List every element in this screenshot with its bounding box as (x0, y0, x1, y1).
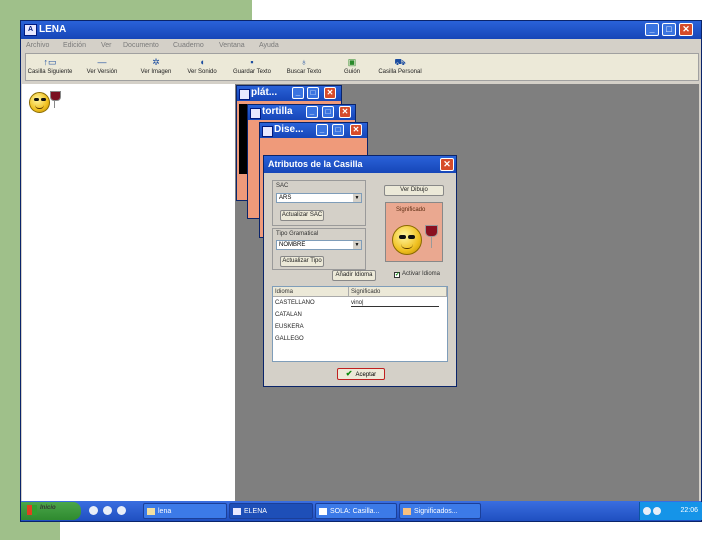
update-type-button[interactable]: Actualizar Tipo (280, 256, 324, 267)
tray-volume-icon[interactable] (653, 507, 661, 515)
window-icon (403, 508, 411, 515)
update-sac-button[interactable]: Actualizar SAC (280, 210, 324, 221)
type-label: Tipo Gramatical (276, 231, 319, 237)
smiley-icon (392, 225, 422, 255)
windows-logo-icon (27, 505, 37, 515)
activate-language-checkbox[interactable]: ✓ (394, 272, 400, 278)
table-row[interactable]: EUSKERA (275, 324, 304, 330)
toolbar-button-casilla-personal[interactable]: ⛟ Casilla Personal (376, 56, 424, 80)
taskbar: Inicio lena ELENA SOLA: Casilla... Signi… (21, 501, 702, 521)
menu-edicion[interactable]: Edición (63, 42, 86, 49)
sac-group: SAC ARS ▼ Actualizar SAC (272, 180, 366, 226)
meanings-table[interactable]: Idioma Significado CASTELLANO vino| CATA… (272, 286, 448, 362)
minimize-button[interactable]: _ (645, 23, 659, 36)
folder-icon (147, 508, 155, 515)
significado-input[interactable]: vino| (351, 300, 439, 307)
casilla-attributes-dialog: Atributos de la Casilla ✕ SAC ARS ▼ Actu… (263, 155, 457, 387)
app-icon (239, 89, 250, 100)
toolbar-button-ver-imagen[interactable]: ✲ Ver Imagen (132, 56, 180, 80)
window-icon (319, 508, 327, 515)
taskbar-task-elena[interactable]: ELENA (229, 503, 313, 519)
column-header-significado[interactable]: Significado (349, 287, 447, 297)
arrow-up-icon: ↑▭ (43, 57, 57, 67)
arrow-icon: ― (97, 57, 107, 67)
desktop-background-top (0, 0, 252, 20)
floppy-icon: ▪ (250, 57, 254, 67)
menu-cuaderno[interactable]: Cuaderno (173, 42, 204, 49)
toolbar-button-ver-version[interactable]: ― Ver Versión (78, 56, 126, 80)
app-icon (262, 126, 273, 137)
toolbar: ↑▭ Casilla Siguiente ― Ver Versión ✲ Ver Im… (25, 53, 699, 81)
search-icon: ♁ (300, 57, 308, 67)
wine-glass-icon (50, 91, 61, 101)
dialog-close-button[interactable]: ✕ (440, 158, 454, 171)
type-select[interactable]: NOMBRE ▼ (276, 240, 362, 250)
maximize-button[interactable]: □ (662, 23, 676, 36)
toolbar-button-ver-sonido[interactable]: ◖ Ver Sonido (178, 56, 226, 80)
casilla-icon: ⛟ (394, 57, 406, 67)
app-icon (233, 508, 241, 515)
chevron-down-icon: ▼ (353, 194, 361, 202)
close-button[interactable]: ✕ (324, 87, 336, 99)
toolbar-button-casilla-siguiente[interactable]: ↑▭ Casilla Siguiente (26, 56, 74, 80)
menu-ver[interactable]: Ver (101, 42, 112, 49)
dialog-titlebar[interactable]: Atributos de la Casilla ✕ (264, 156, 456, 173)
menu-documento[interactable]: Documento (123, 42, 159, 49)
toolbar-button-buscar-texto[interactable]: ♁ Buscar Texto (280, 56, 328, 80)
type-group: Tipo Gramatical NOMBRE ▼ Actualizar Tipo (272, 228, 366, 270)
quicklaunch-media-icon[interactable] (103, 506, 112, 515)
system-tray: 22:06 (639, 502, 702, 520)
maximize-button[interactable]: □ (332, 124, 344, 136)
table-row[interactable]: CATALAN (275, 312, 302, 318)
tray-network-icon[interactable] (643, 507, 651, 515)
toolbar-button-guion[interactable]: ▣ Guión (328, 56, 376, 80)
close-button[interactable]: ✕ (679, 23, 693, 36)
table-row[interactable]: GALLEGO (275, 336, 304, 342)
app-titlebar[interactable]: A LENA _ □ ✕ (21, 21, 701, 39)
quicklaunch-messenger-icon[interactable] (117, 506, 126, 515)
table-row[interactable]: CASTELLANO (275, 300, 315, 306)
window-titlebar[interactable]: plát... _ □ ✕ (237, 86, 341, 101)
speaker-icon: ◖ (199, 57, 205, 67)
maximize-button[interactable]: □ (322, 106, 334, 118)
script-icon: ▣ (347, 57, 357, 67)
dialog-title: Atributos de la Casilla (268, 159, 363, 169)
start-button[interactable]: Inicio (21, 502, 81, 520)
left-panel (22, 84, 236, 502)
clock: 22:06 (680, 507, 698, 514)
app-title: LENA (39, 24, 67, 35)
minimize-button[interactable]: _ (306, 106, 318, 118)
accept-button[interactable]: ✔ Aceptar (337, 368, 385, 380)
smiley-icon[interactable] (29, 92, 50, 113)
taskbar-task-significados[interactable]: Significados... (399, 503, 481, 519)
taskbar-task-lena[interactable]: lena (143, 503, 227, 519)
chevron-down-icon: ▼ (353, 241, 361, 249)
gear-icon: ✲ (152, 57, 160, 67)
window-titlebar[interactable]: Dise... _ □ ✕ (260, 123, 367, 138)
app-icon: A (24, 24, 37, 36)
activate-language-label: Activar Idioma (402, 271, 441, 277)
taskbar-task-sola-casilla[interactable]: SOLA: Casilla... (315, 503, 397, 519)
window-titlebar[interactable]: tortilla _ □ ✕ (248, 105, 355, 120)
checkmark-icon: ✔ (345, 369, 353, 378)
menu-ventana[interactable]: Ventana (219, 42, 245, 49)
menu-bar: Archivo Edición Ver Documento Cuaderno V… (21, 40, 701, 52)
menu-ayuda[interactable]: Ayuda (259, 42, 279, 49)
close-button[interactable]: ✕ (350, 124, 362, 136)
column-header-idioma[interactable]: Idioma (273, 287, 349, 297)
casilla-image[interactable]: Significado (385, 202, 443, 262)
image-caption: Significado (396, 207, 426, 213)
view-drawing-button[interactable]: Ver Dibujo (384, 185, 444, 196)
sac-select[interactable]: ARS ▼ (276, 193, 362, 203)
minimize-button[interactable]: _ (292, 87, 304, 99)
minimize-button[interactable]: _ (316, 124, 328, 136)
sac-label: SAC (276, 183, 289, 189)
quicklaunch-browser-icon[interactable] (89, 506, 98, 515)
close-button[interactable]: ✕ (339, 106, 351, 118)
maximize-button[interactable]: □ (307, 87, 319, 99)
app-icon (250, 108, 261, 119)
add-language-button[interactable]: Añadir Idioma (332, 270, 376, 281)
menu-archivo[interactable]: Archivo (26, 42, 49, 49)
toolbar-button-guardar-texto[interactable]: ▪ Guardar Texto (228, 56, 276, 80)
